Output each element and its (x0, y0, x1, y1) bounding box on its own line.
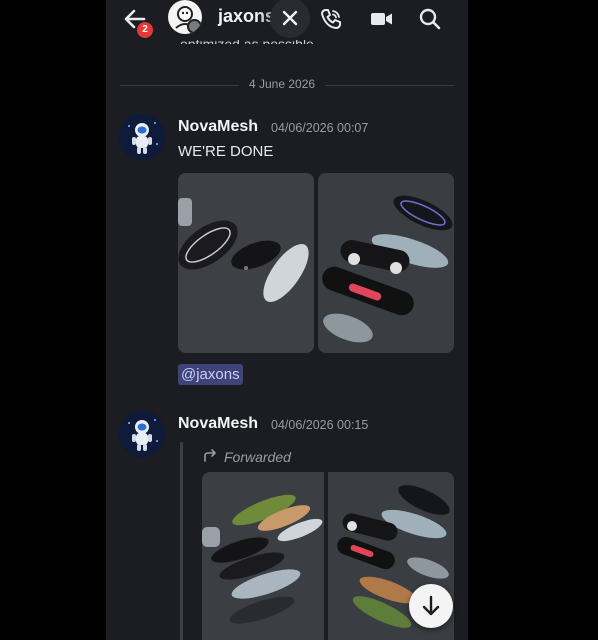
astronaut-avatar-icon (119, 114, 165, 160)
channel-avatar[interactable] (168, 0, 202, 34)
astronaut-avatar-icon (119, 411, 165, 457)
status-indicator (187, 19, 202, 34)
scroll-to-bottom-button[interactable] (409, 584, 453, 628)
close-icon (282, 10, 298, 26)
phone-call-icon[interactable] (318, 6, 344, 32)
product-render-image (318, 173, 454, 353)
author-name[interactable]: NovaMesh (178, 415, 258, 433)
product-render-image (178, 173, 314, 353)
message-timestamp: 04/06/2026 00:15 (271, 418, 369, 432)
search-icon[interactable] (417, 6, 443, 32)
notification-badge: 2 (137, 22, 153, 38)
author-name[interactable]: NovaMesh (178, 118, 258, 136)
video-camera-icon[interactable] (368, 6, 394, 32)
message-timestamp: 04/06/2026 00:07 (271, 121, 369, 135)
author-avatar[interactable] (119, 114, 165, 160)
image-attachment[interactable] (318, 173, 454, 353)
chat-screen: optimized as possible 2 jaxons 4 June 20… (106, 0, 468, 640)
product-render-image (202, 472, 324, 640)
forwarded-label: Forwarded (224, 449, 291, 465)
arrow-down-icon (422, 595, 440, 616)
close-button[interactable] (270, 0, 310, 38)
message-text: WE'RE DONE (178, 143, 274, 160)
forward-arrow-icon (204, 449, 216, 462)
forward-quote-bar (180, 442, 183, 640)
image-attachment[interactable] (178, 173, 314, 353)
author-avatar[interactable] (119, 411, 165, 457)
date-divider: 4 June 2026 (239, 77, 326, 91)
forwarded-image-attachment[interactable] (202, 472, 324, 640)
user-mention[interactable]: @jaxons (178, 364, 243, 385)
top-bar: 2 jaxons (106, 0, 468, 40)
